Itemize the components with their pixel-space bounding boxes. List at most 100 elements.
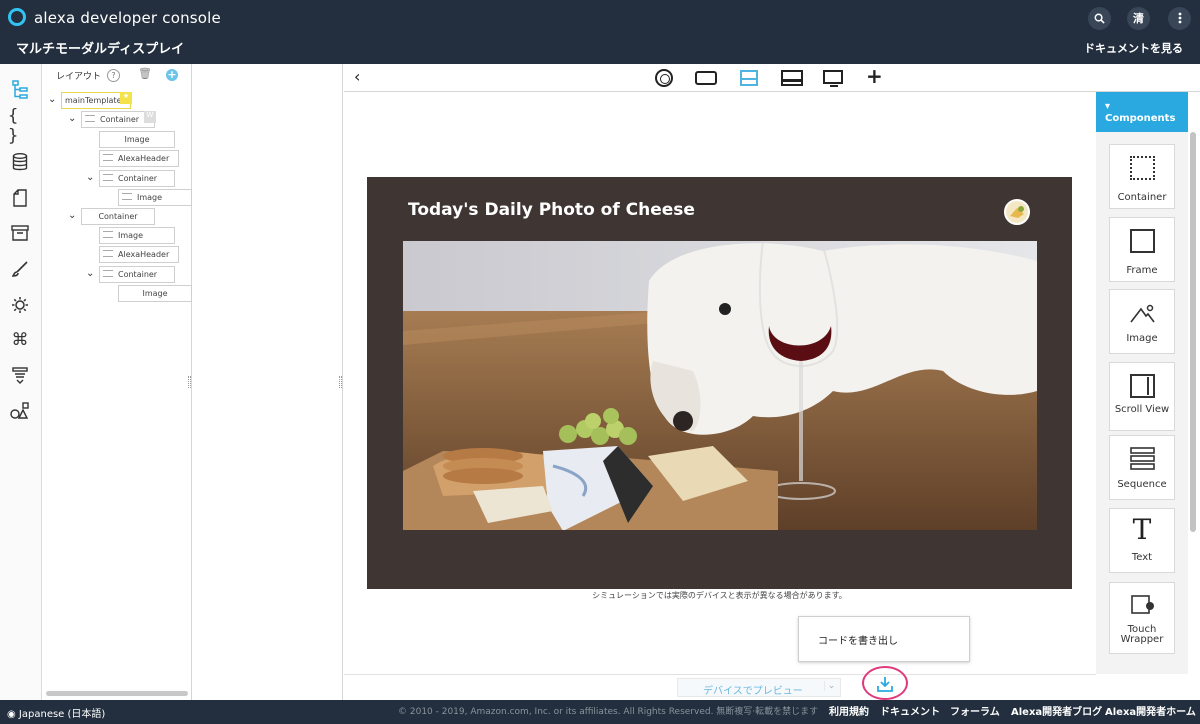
tree-node-main-template[interactable]: ⌄ mainTemplate ★ bbox=[42, 92, 192, 109]
components-panel: ▾ Components Container Frame Image Scroll… bbox=[1096, 92, 1188, 674]
help-icon[interactable]: ? bbox=[107, 69, 120, 82]
star-flag-icon: ★ bbox=[120, 92, 132, 104]
sequence-list-icon bbox=[1130, 447, 1155, 470]
drag-handle-icon[interactable] bbox=[103, 231, 113, 238]
footer-bar: ◉ Japanese (日本語) © 2010 - 2019, Amazon.c… bbox=[0, 700, 1200, 724]
tree-node-image[interactable]: Image bbox=[42, 131, 192, 148]
chevron-down-icon[interactable]: ⌄ bbox=[68, 210, 76, 221]
trash-icon[interactable]: 🗑 bbox=[138, 67, 152, 80]
medium-hub-device-icon[interactable] bbox=[740, 70, 758, 86]
chevron-down-icon[interactable]: ⌄ bbox=[86, 172, 94, 183]
footer-link-home[interactable]: Alexa開発者ホーム bbox=[1105, 703, 1196, 718]
tree-node-label: AlexaHeader bbox=[99, 246, 179, 263]
alexa-logo-icon[interactable] bbox=[8, 8, 26, 26]
export-code-menu-item[interactable]: コードを書き出し bbox=[818, 632, 898, 647]
cheese-photo bbox=[403, 241, 1037, 530]
drag-handle-icon[interactable] bbox=[103, 270, 113, 277]
back-chevron-icon[interactable]: ‹ bbox=[354, 67, 360, 86]
document-icon[interactable] bbox=[8, 186, 32, 210]
layout-tree-header: レイアウト ? 🗑 + bbox=[42, 64, 192, 88]
footer-link-forum[interactable]: フォーラム bbox=[950, 703, 1000, 718]
drag-handle-icon[interactable] bbox=[122, 193, 132, 200]
braces-icon[interactable]: { } bbox=[8, 106, 32, 146]
page-title: マルチモーダルディスプレイ bbox=[16, 42, 185, 57]
chevron-down-icon[interactable]: ⌄ bbox=[824, 681, 838, 691]
language-label: Japanese (日本語) bbox=[18, 709, 106, 720]
app-title[interactable]: alexa developer console bbox=[34, 9, 221, 27]
component-image[interactable]: Image bbox=[1109, 289, 1175, 354]
tree-node-alexa-header[interactable]: AlexaHeader bbox=[42, 246, 192, 263]
view-docs-link[interactable]: ドキュメントを見る bbox=[1084, 40, 1183, 56]
add-device-icon[interactable]: + bbox=[866, 64, 883, 88]
database-icon[interactable] bbox=[8, 150, 32, 174]
footer-link-blog[interactable]: Alexa開発者ブログ bbox=[1011, 703, 1102, 718]
component-text[interactable]: T Text bbox=[1109, 508, 1175, 573]
copyright-text: © 2010 - 2019, Amazon.com, Inc. or its a… bbox=[398, 707, 819, 717]
tree-node-image[interactable]: Image bbox=[42, 227, 192, 244]
component-frame[interactable]: Frame bbox=[1109, 217, 1175, 282]
add-component-icon[interactable]: + bbox=[166, 69, 178, 81]
command-icon[interactable]: ⌘ bbox=[8, 328, 32, 352]
layout-tree-icon[interactable] bbox=[8, 78, 32, 102]
dashed-box-icon bbox=[1130, 156, 1155, 180]
component-scroll-view[interactable]: Scroll View bbox=[1109, 362, 1175, 431]
small-hub-device-icon[interactable] bbox=[695, 71, 717, 85]
chevron-down-icon[interactable]: ⌄ bbox=[68, 113, 76, 124]
footer-link-docs[interactable]: ドキュメント bbox=[880, 703, 940, 718]
tree-node-text: Container bbox=[118, 174, 158, 183]
tree-node-container[interactable]: ⌄ Container bbox=[42, 170, 192, 187]
chevron-down-icon[interactable]: ⌄ bbox=[86, 268, 94, 279]
download-icon bbox=[877, 677, 893, 692]
search-button[interactable] bbox=[1088, 7, 1111, 30]
component-label: Image bbox=[1126, 333, 1158, 344]
panel-resize-handle[interactable] bbox=[339, 376, 342, 388]
drag-handle-icon[interactable] bbox=[85, 115, 95, 122]
export-download-button[interactable] bbox=[862, 666, 908, 700]
tree-node-container[interactable]: ⌄ Container bbox=[42, 208, 192, 225]
archive-icon[interactable] bbox=[8, 221, 32, 245]
mountain-image-icon bbox=[1130, 304, 1155, 323]
tv-device-icon[interactable] bbox=[823, 70, 843, 87]
brush-icon[interactable] bbox=[8, 257, 32, 281]
screen-heading: Today's Daily Photo of Cheese bbox=[408, 200, 695, 220]
tree-node-alexa-header[interactable]: AlexaHeader bbox=[42, 150, 192, 167]
device-toolbar: ‹ + bbox=[344, 64, 1200, 92]
round-device-icon[interactable] bbox=[655, 69, 673, 87]
stack-icon[interactable] bbox=[8, 364, 32, 388]
component-sequence[interactable]: Sequence bbox=[1109, 435, 1175, 500]
component-container[interactable]: Container bbox=[1109, 144, 1175, 209]
properties-panel bbox=[193, 64, 343, 700]
language-selector[interactable]: ◉ Japanese (日本語) bbox=[7, 705, 105, 720]
tree-node-container[interactable]: ⌄ Container bbox=[42, 266, 192, 283]
touch-wrapper-icon bbox=[1131, 595, 1154, 614]
tool-rail: { } ⌘ bbox=[0, 64, 42, 700]
tree-node-label: Image bbox=[118, 285, 192, 302]
components-header[interactable]: ▾ Components bbox=[1096, 92, 1188, 132]
tree-node-text: AlexaHeader bbox=[118, 250, 170, 259]
component-touch-wrapper[interactable]: Touch Wrapper bbox=[1109, 582, 1175, 654]
component-label: Scroll View bbox=[1114, 404, 1170, 415]
drag-handle-icon[interactable] bbox=[103, 174, 113, 181]
tree-node-label: Image bbox=[118, 189, 192, 206]
preview-on-device-button[interactable]: デバイスでプレビュー ⌄ bbox=[677, 678, 841, 697]
tree-node-text: Image bbox=[118, 231, 144, 240]
drag-handle-icon[interactable] bbox=[103, 250, 113, 257]
scrollbar-thumb[interactable] bbox=[1190, 132, 1196, 532]
footer-link-terms[interactable]: 利用規約 bbox=[829, 703, 869, 718]
drag-handle-icon[interactable] bbox=[103, 154, 113, 161]
user-avatar-button[interactable]: 清 bbox=[1127, 7, 1150, 30]
vertical-scrollbar[interactable] bbox=[1190, 92, 1196, 572]
panel-resize-handle[interactable] bbox=[188, 376, 191, 388]
chevron-down-icon[interactable]: ⌄ bbox=[48, 94, 56, 105]
horizontal-scrollbar[interactable] bbox=[46, 691, 188, 696]
shapes-icon[interactable] bbox=[8, 399, 32, 423]
settings-sun-icon[interactable] bbox=[8, 293, 32, 317]
large-hub-device-icon[interactable] bbox=[781, 70, 803, 86]
component-label: Frame bbox=[1126, 265, 1158, 276]
tree-node-image[interactable]: Image bbox=[42, 285, 192, 302]
layout-tree-panel: レイアウト ? 🗑 + ⌄ mainTemplate ★ ⌄ Container… bbox=[42, 64, 192, 700]
tree-node-label: Container bbox=[99, 266, 175, 283]
more-menu-button[interactable] bbox=[1168, 7, 1191, 30]
tree-node-container[interactable]: ⌄ Container W bbox=[42, 111, 192, 128]
tree-node-image[interactable]: Image bbox=[42, 189, 192, 206]
